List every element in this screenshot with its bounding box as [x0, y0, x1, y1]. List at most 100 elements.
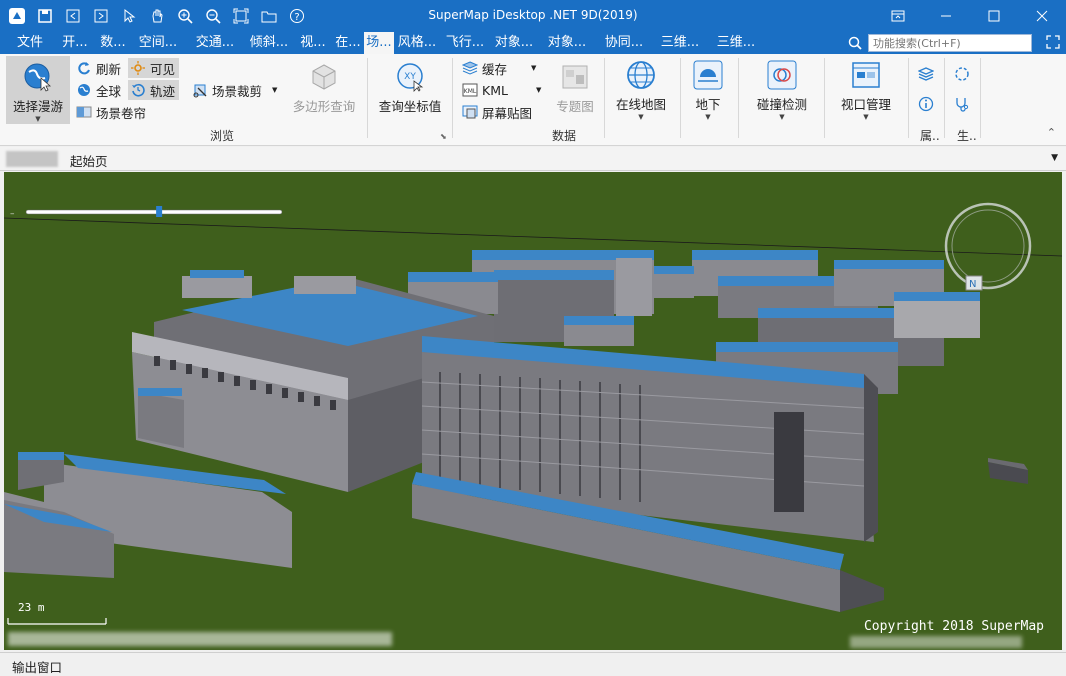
- scene-view[interactable]: – N 23 m Copyright 2018 SuperMap: [4, 172, 1062, 650]
- tab-list-dropdown-icon[interactable]: ▼: [1051, 153, 1058, 163]
- tab-9[interactable]: 风格...: [394, 32, 440, 54]
- ribbon-separator: [367, 58, 368, 138]
- layers-icon: [918, 66, 934, 82]
- tab-13[interactable]: 协同...: [596, 32, 652, 54]
- tab-1[interactable]: 开...: [54, 32, 96, 54]
- tab-0[interactable]: 文件: [6, 32, 54, 54]
- dropdown-arrow-icon: ▼: [531, 64, 537, 72]
- kml-icon: KML: [462, 82, 478, 98]
- ribbon-separator: [944, 58, 945, 138]
- online-map-button[interactable]: 在线地图 ▼: [612, 58, 670, 121]
- slider-thumb[interactable]: [156, 206, 163, 217]
- generate-button[interactable]: [954, 64, 970, 84]
- query-coordinate-button[interactable]: XY 查询坐标值: [374, 60, 446, 115]
- kml-button[interactable]: KML KML ▼: [462, 80, 541, 100]
- layers-button[interactable]: [918, 64, 934, 84]
- ribbon-separator: [908, 58, 909, 138]
- thematic-map-button[interactable]: 专题图: [552, 60, 598, 115]
- tab-2[interactable]: 数...: [96, 32, 130, 54]
- screen-paste-button[interactable]: 屏幕贴图: [462, 102, 532, 122]
- dropdown-arrow-icon: ▼: [863, 113, 869, 121]
- stethoscope-button[interactable]: [954, 94, 970, 114]
- window-controls: [874, 0, 1066, 32]
- roller-icon: [76, 104, 92, 120]
- maximize-icon[interactable]: [970, 0, 1018, 32]
- refresh-icon: [76, 60, 92, 76]
- gen-group-label: 生..: [957, 129, 977, 143]
- search-input[interactable]: [868, 34, 1032, 52]
- ribbon-separator: [824, 58, 825, 138]
- thematic-map-icon: [558, 60, 592, 94]
- restore-layout-icon[interactable]: [874, 0, 922, 32]
- start-page-tab[interactable]: 起始页: [70, 151, 108, 170]
- clip-icon: [192, 82, 208, 98]
- underground-button[interactable]: 地下 ▼: [690, 58, 726, 121]
- info-button[interactable]: [918, 94, 934, 114]
- tab-14[interactable]: 三维...: [652, 32, 708, 54]
- ribbon-separator: [680, 58, 681, 138]
- ribbon-separator: [980, 58, 981, 138]
- tab-11[interactable]: 对象...: [490, 32, 538, 54]
- tab-8[interactable]: 场...: [364, 32, 394, 54]
- fullscreen-icon[interactable]: [1046, 35, 1060, 52]
- history-icon: [130, 82, 146, 98]
- dropdown-arrow-icon: ▼: [272, 86, 278, 94]
- ribbon-tabs: 文件 开... 数... 空间... 交通... 倾斜... 视... 在... 场... 风格.…: [6, 32, 764, 54]
- attr-group-label: 属..: [920, 129, 940, 143]
- viewport-icon: [849, 58, 883, 92]
- info-icon: [918, 96, 934, 112]
- close-icon[interactable]: [1018, 0, 1066, 32]
- cube-query-icon: [307, 60, 341, 94]
- title-bar: ? SuperMap iDesktop .NET 9D(2019): [0, 0, 1066, 32]
- tab-10[interactable]: 飞行...: [440, 32, 490, 54]
- browse-group-label: 浏览: [210, 129, 235, 143]
- svg-text:KML: KML: [464, 88, 477, 95]
- tab-15[interactable]: 三维...: [708, 32, 764, 54]
- scene-clip-button[interactable]: 场景裁剪 ▼: [192, 80, 277, 100]
- tab-4[interactable]: 交通...: [186, 32, 244, 54]
- function-search: [848, 34, 1032, 52]
- tab-5[interactable]: 倾斜...: [244, 32, 294, 54]
- globe-button[interactable]: 全球: [76, 80, 121, 100]
- blurred-tab: [6, 151, 58, 167]
- cache-button[interactable]: 缓存 ▼: [462, 58, 536, 78]
- select-roam-button[interactable]: 选择漫游 ▼: [8, 60, 68, 123]
- dropdown-arrow-icon: ▼: [35, 115, 41, 123]
- dropdown-arrow-icon: ▼: [638, 113, 644, 121]
- earth-icon: [76, 82, 92, 98]
- dropdown-arrow-icon: ▼: [779, 113, 785, 121]
- ribbon-separator: [604, 58, 605, 138]
- dropdown-arrow-icon: ▼: [705, 113, 711, 121]
- polygon-query-button[interactable]: 多边形查询: [288, 60, 360, 115]
- refresh-button[interactable]: 刷新: [76, 58, 121, 78]
- ribbon-separator: [452, 58, 453, 138]
- dropdown-arrow-icon: ▼: [535, 86, 542, 94]
- status-info-blurred-right: [850, 636, 1022, 648]
- sun-icon: [130, 60, 146, 76]
- ribbon-separator: [738, 58, 739, 138]
- tab-7[interactable]: 在...: [332, 32, 364, 54]
- viewport-manager-button[interactable]: 视口管理 ▼: [836, 58, 896, 121]
- dashed-circle-icon: [954, 66, 970, 82]
- globe-cursor-icon: [21, 60, 55, 94]
- ribbon-panel: 选择漫游 ▼ 刷新 可见 全球 轨迹 场景裁剪 ▼ 场景卷帘 多边形查询 XY …: [0, 54, 1066, 146]
- tab-12[interactable]: 对象...: [538, 32, 596, 54]
- output-window-tab[interactable]: 输出窗口: [0, 652, 1066, 676]
- copyright-text: Copyright 2018 SuperMap: [863, 619, 1044, 634]
- collision-detection-button[interactable]: 碰撞检测 ▼: [752, 58, 812, 121]
- tab-6[interactable]: 视...: [294, 32, 332, 54]
- svg-text:XY: XY: [404, 72, 416, 82]
- track-button[interactable]: 轨迹: [128, 80, 180, 100]
- scale-label: 23 m: [18, 601, 45, 614]
- collapse-ribbon-icon[interactable]: ⌃: [1047, 126, 1056, 139]
- visible-button[interactable]: 可见: [128, 58, 180, 78]
- collision-icon: [765, 58, 799, 92]
- location-query-icon: XY: [393, 60, 427, 94]
- tab-3[interactable]: 空间...: [130, 32, 186, 54]
- data-group-label: 数据: [552, 129, 577, 143]
- minimize-icon[interactable]: [922, 0, 970, 32]
- group-launcher-icon[interactable]: ⬊: [440, 132, 447, 141]
- status-info-blurred: [8, 632, 392, 646]
- scene-roller-button[interactable]: 场景卷帘: [76, 102, 146, 122]
- document-tab-bar: 起始页 ▼: [0, 147, 1066, 171]
